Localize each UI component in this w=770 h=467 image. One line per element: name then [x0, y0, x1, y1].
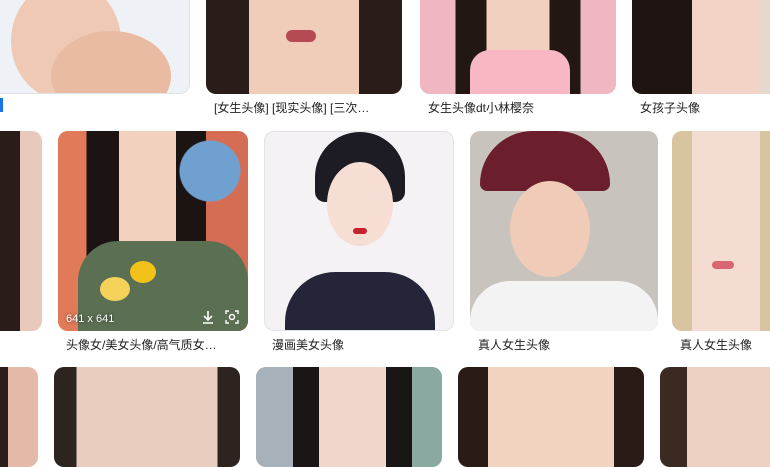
image-caption[interactable]: 女孩子头像	[640, 100, 770, 116]
image-thumbnail	[458, 367, 644, 467]
jacket	[285, 272, 435, 330]
t-shirt	[470, 281, 658, 331]
face	[510, 181, 590, 277]
image-card[interactable]	[470, 131, 658, 331]
image-card[interactable]	[458, 367, 644, 467]
image-card[interactable]	[672, 131, 770, 331]
image-caption[interactable]: 头像女/美女头像/高气质女…	[66, 337, 244, 353]
image-thumbnail-detail	[470, 50, 570, 94]
image-card[interactable]	[632, 0, 770, 94]
flower	[130, 261, 156, 283]
image-caption[interactable]: 真人女生头像	[680, 337, 770, 353]
image-thumbnail	[256, 367, 442, 467]
image-thumbnail-detail	[286, 30, 316, 42]
flower	[100, 277, 130, 301]
image-dimensions: 641 x 641	[66, 313, 115, 325]
image-caption[interactable]: 漫画美女头像	[272, 337, 450, 353]
image-caption[interactable]: [女生头像] [现实头像] [三次…	[214, 100, 400, 116]
download-icon[interactable]	[200, 309, 216, 325]
selection-indicator	[0, 98, 3, 112]
image-thumbnail	[206, 0, 402, 94]
image-thumbnail	[660, 367, 770, 467]
image-thumbnail	[0, 367, 8, 467]
image-card[interactable]	[256, 367, 442, 467]
image-card[interactable]	[206, 0, 402, 94]
image-card[interactable]	[54, 367, 240, 467]
lips	[353, 228, 367, 234]
image-card[interactable]	[0, 367, 38, 467]
image-thumbnail	[672, 131, 770, 331]
image-card[interactable]	[0, 131, 42, 331]
image-card[interactable]	[0, 0, 190, 94]
image-thumbnail	[54, 367, 240, 467]
image-card[interactable]	[420, 0, 616, 94]
image-caption[interactable]: 真人女生头像	[478, 337, 656, 353]
image-caption[interactable]: 女生头像dt小林樱奈	[428, 100, 614, 116]
image-card-hovered[interactable]: 641 x 641	[58, 131, 248, 331]
image-card[interactable]	[264, 131, 454, 331]
image-thumbnail	[632, 0, 770, 94]
image-thumbnail	[0, 131, 20, 331]
image-card[interactable]	[660, 367, 770, 467]
lips	[712, 261, 734, 269]
lens-search-icon[interactable]	[224, 309, 240, 325]
